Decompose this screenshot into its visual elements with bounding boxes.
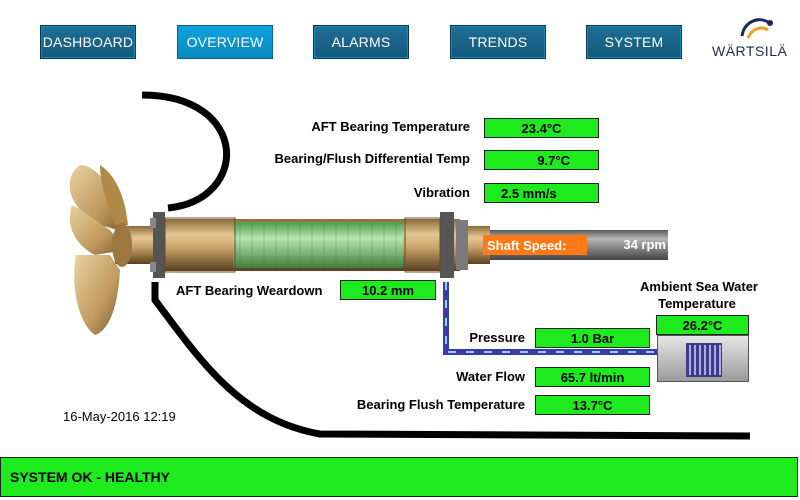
aft-bearing-temperature-value: 23.4°C [484, 118, 599, 138]
fwd-seal [440, 212, 468, 278]
sea-water-temp-label-line1: Ambient Sea Water [640, 279, 758, 294]
bearing-sleeve [233, 222, 403, 268]
nav-dashboard-button[interactable]: DASHBOARD [40, 25, 136, 59]
sea-water-temp-value: 26.2°C [656, 315, 749, 335]
differential-temp-value: 9.7°C [484, 150, 599, 170]
vibration-label: Vibration [413, 185, 470, 200]
weardown-value: 10.2 mm [340, 280, 436, 300]
nav-system-button[interactable]: SYSTEM [586, 25, 682, 59]
flush-temperature-label: Bearing Flush Temperature [356, 397, 525, 412]
hull-upper-curve [141, 91, 230, 212]
shaft-speed-label: Shaft Speed: [483, 235, 587, 255]
pressure-label: Pressure [469, 330, 525, 345]
shaft-speed-value: 34 rpm [623, 237, 666, 252]
pressure-value: 1.0 Bar [535, 328, 650, 348]
brand-wordmark: WÄRTSILÄ [712, 43, 788, 59]
sea-water-temp-label-line2: Temperature [658, 296, 736, 311]
heat-exchanger-box [657, 335, 749, 382]
nav-trends-button[interactable]: TRENDS [450, 25, 546, 59]
nav-alarms-button[interactable]: ALARMS [313, 25, 409, 59]
status-bar: SYSTEM OK - HEALTHY [0, 457, 798, 497]
flush-temperature-value: 13.7°C [535, 395, 650, 415]
water-flow-value: 65.7 lt/min [535, 367, 650, 387]
water-flow-label: Water Flow [456, 369, 525, 384]
differential-temp-label: Bearing/Flush Differential Temp [274, 151, 470, 166]
timestamp: 16-May-2016 12:19 [63, 409, 176, 424]
shaft-diagram [69, 91, 751, 440]
vibration-value: 2.5 mm/s [484, 183, 599, 203]
propeller-icon [69, 165, 132, 335]
weardown-label: AFT Bearing Weardown [176, 283, 323, 298]
wartsila-logo-icon: WÄRTSILÄ [706, 14, 788, 64]
nav-overview-button[interactable]: OVERVIEW [177, 25, 273, 59]
aft-bearing-temperature-label: AFT Bearing Temperature [311, 119, 470, 134]
